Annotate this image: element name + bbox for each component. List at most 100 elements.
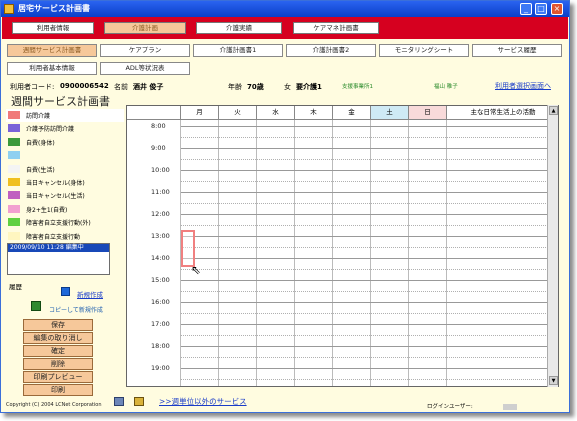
legend-swatch xyxy=(8,124,20,133)
page-title: 週間サービス計画書 xyxy=(11,95,110,108)
day-header: 金 xyxy=(333,106,371,120)
confirm-button[interactable]: 確定 xyxy=(23,345,93,357)
legend-label: 自費(生活) xyxy=(26,166,55,174)
btn-weekly-plan[interactable]: 週間サービス計画書 xyxy=(7,44,97,57)
scroll-up-icon[interactable]: ▲ xyxy=(549,106,558,115)
nav-caremanager-plan[interactable]: ケアマネ計画書 xyxy=(293,22,379,34)
grid-line xyxy=(181,170,558,171)
legend-swatch xyxy=(8,177,20,186)
delete-button[interactable]: 削除 xyxy=(23,358,93,370)
legend-item[interactable]: 介護予防訪問介護 xyxy=(6,122,124,135)
legend-label: 自費(身体) xyxy=(26,139,55,147)
grid-line xyxy=(181,137,558,138)
legend-item[interactable]: 当日キャンセル(生活) xyxy=(6,189,124,202)
time-label: 17:00 xyxy=(151,320,170,328)
legend-label: 身2+生1(自費) xyxy=(26,206,68,214)
print-button[interactable]: 印刷 xyxy=(23,384,93,396)
activities-header: 主な日常生活上の活動 xyxy=(447,106,558,120)
btn-care-plan-2[interactable]: 介護計画書2 xyxy=(286,44,376,57)
name-label: 名前 xyxy=(114,83,128,91)
save-button[interactable]: 保存 xyxy=(23,319,93,331)
btn-monitoring-sheet[interactable]: モニタリングシート xyxy=(379,44,469,57)
legend-item[interactable]: 当日キャンセル(身体) xyxy=(6,176,124,189)
legend-item[interactable] xyxy=(6,149,124,162)
nav-label: 介護計画 xyxy=(132,24,158,32)
btn-service-history[interactable]: サービス履歴 xyxy=(472,44,562,57)
copy-new-label[interactable]: コピーして新規作成 xyxy=(49,305,103,314)
nav-label: 介護実績 xyxy=(226,24,252,32)
coin-icon[interactable] xyxy=(134,397,144,406)
user-select-link[interactable]: 利用者選択画面へ xyxy=(495,81,551,91)
legend-item[interactable]: 障害者自立支援行動 xyxy=(6,230,124,243)
btn-user-basic-info[interactable]: 利用者基本情報 xyxy=(7,62,97,75)
print-preview-button[interactable]: 印刷プレビュー xyxy=(23,371,93,383)
legend-label: 介護予防訪問介護 xyxy=(26,126,75,134)
title-bar: 居宅サービス計画書 _ □ × xyxy=(1,1,569,17)
time-label: 8:00 xyxy=(151,122,166,130)
legend-swatch xyxy=(8,191,20,200)
nav-care-record[interactable]: 介護実績 xyxy=(196,22,282,34)
minimize-button[interactable]: _ xyxy=(520,3,532,15)
day-header-saturday: 土 xyxy=(371,106,409,120)
copyright: Copyright (C) 2004 LCNet Corporation xyxy=(6,402,102,408)
login-label: ログインユーザー: xyxy=(427,404,473,410)
new-document-icon[interactable] xyxy=(61,287,70,296)
time-label: 13:00 xyxy=(151,232,170,240)
maximize-button[interactable]: □ xyxy=(535,3,547,15)
age-label: 年齢 xyxy=(228,83,242,91)
legend-item[interactable]: 自費(身体) xyxy=(6,136,124,149)
legend-swatch xyxy=(8,137,20,146)
undo-edit-button[interactable]: 編集の取り消し xyxy=(23,332,93,344)
btn-label: 介護計画書1 xyxy=(219,46,257,54)
close-button[interactable]: × xyxy=(551,3,563,15)
user-code: 0900006542 xyxy=(60,82,109,90)
btn-care-plan-1[interactable]: 介護計画書1 xyxy=(193,44,283,57)
btn-label: ADL等状況表 xyxy=(125,64,165,72)
history-item[interactable]: 2009/09/10 11:28 編集中 xyxy=(8,244,109,252)
day-header: 木 xyxy=(295,106,333,120)
history-label: 履歴 xyxy=(9,283,22,291)
time-label: 9:00 xyxy=(151,144,166,152)
grid-scrollbar[interactable]: ▲ ▼ xyxy=(547,105,558,387)
time-label: 19:00 xyxy=(151,364,170,372)
day-header-sunday: 日 xyxy=(409,106,447,120)
btn-label: サービス履歴 xyxy=(497,46,537,54)
login-user: ログインユーザー: xyxy=(427,402,517,410)
copy-icon[interactable] xyxy=(31,301,41,311)
legend-label: 当日キャンセル(生活) xyxy=(26,193,85,201)
legend-item[interactable]: 身2+生1(自費) xyxy=(6,203,124,216)
time-label: 14:00 xyxy=(151,254,170,262)
btn-careplan[interactable]: ケアプラン xyxy=(100,44,190,57)
legend-item[interactable]: 訪問介護 xyxy=(6,109,124,123)
user-sex: 女 xyxy=(284,83,291,91)
scroll-down-icon[interactable]: ▼ xyxy=(549,376,558,385)
grid-line xyxy=(181,159,558,160)
legend-item[interactable]: 障害者自立支援行動(外) xyxy=(6,216,124,229)
new-create-link[interactable]: 新規作成 xyxy=(77,289,103,299)
user-name: 酒井 俊子 xyxy=(133,83,164,91)
mouse-pointer-icon: ⇖ xyxy=(191,263,202,277)
btn-label: ケアプラン xyxy=(128,46,162,54)
grid-line xyxy=(181,379,558,380)
pen-icon[interactable] xyxy=(114,397,124,406)
btn-adl-status[interactable]: ADL等状況表 xyxy=(100,62,190,75)
legend-label: 障害者自立支援行動(外) xyxy=(26,220,91,228)
history-list[interactable]: 2009/09/10 11:28 編集中 xyxy=(7,243,110,275)
user-age: 70歳 xyxy=(247,83,264,91)
grid-line xyxy=(181,357,558,358)
non-weekly-services-link[interactable]: >>週単位以外のサービス xyxy=(159,396,247,407)
user-code-label: 利用者コード: xyxy=(10,83,55,91)
main-nav: 利用者情報 介護計画 介護実績 ケアマネ計画書 xyxy=(2,17,568,39)
grid-line xyxy=(181,247,558,248)
nav-care-plan[interactable]: 介護計画 xyxy=(104,22,186,34)
btn-label: 利用者基本情報 xyxy=(29,64,75,72)
nav-user-info[interactable]: 利用者情報 xyxy=(12,22,94,34)
selected-time-slot[interactable] xyxy=(181,230,195,267)
corner-header xyxy=(127,106,181,120)
grid-line xyxy=(181,346,558,347)
time-label: 15:00 xyxy=(151,276,170,284)
legend-label: 障害者自立支援行動 xyxy=(26,233,81,241)
btn-label: 週間サービス計画書 xyxy=(22,46,82,54)
legend-item[interactable]: 自費(生活) xyxy=(6,163,124,176)
login-user-value xyxy=(502,403,517,410)
